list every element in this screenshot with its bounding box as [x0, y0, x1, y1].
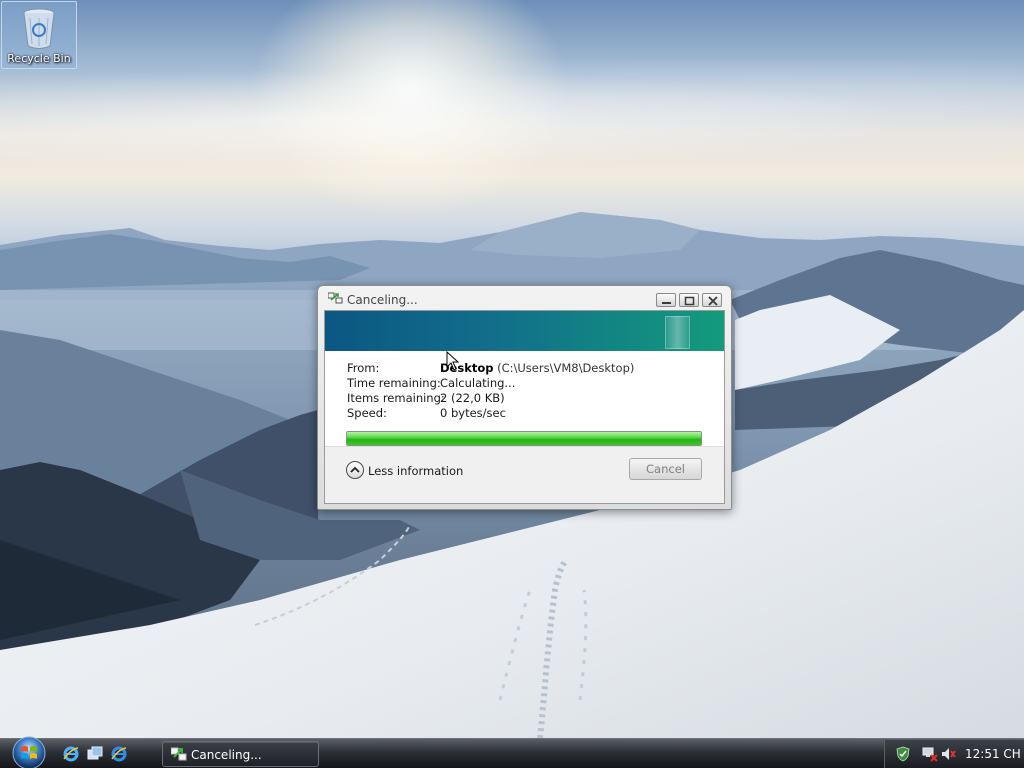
internet-explorer-icon[interactable]: [110, 745, 128, 763]
taskbar-clock[interactable]: 12:51 CH: [965, 747, 1021, 761]
minimize-icon: [662, 302, 671, 304]
close-icon: [708, 296, 718, 306]
volume-muted-icon[interactable]: [940, 746, 956, 762]
internet-explorer-icon[interactable]: [62, 745, 80, 763]
taskbar-button-canceling[interactable]: Canceling...: [162, 741, 319, 767]
speed-label: Speed:: [347, 406, 387, 420]
time-remaining-label: Time remaining:: [347, 376, 441, 390]
progress-banner: [325, 311, 724, 351]
dialog-content: From: Desktop (C:\Users\VM8\Desktop) Tim…: [324, 310, 725, 504]
chevron-up-icon: [346, 461, 364, 479]
from-value: Desktop (C:\Users\VM8\Desktop): [440, 361, 634, 375]
maximize-button[interactable]: [679, 293, 699, 307]
mouse-cursor-icon: [446, 351, 459, 371]
from-path: (C:\Users\VM8\Desktop): [497, 361, 635, 375]
progress-bar: [346, 431, 702, 446]
close-button[interactable]: [702, 293, 722, 307]
network-disconnected-icon[interactable]: [922, 746, 938, 762]
file-operation-dialog: Canceling... From: Desktop (C:\Users\VM8…: [317, 285, 732, 510]
banner-animation: [665, 316, 690, 349]
minimize-button[interactable]: [656, 293, 676, 307]
less-information-label: Less information: [368, 464, 464, 478]
items-remaining-value: 2 (22,0 KB): [440, 391, 505, 405]
items-remaining-label: Items remaining:: [347, 391, 445, 405]
taskbar-button-label: Canceling...: [191, 748, 262, 762]
maximize-icon: [684, 296, 695, 306]
from-label: From:: [347, 361, 380, 375]
taskbar: Canceling... 12:51 CH: [0, 735, 1024, 768]
start-button[interactable]: [9, 735, 49, 768]
speed-value: 0 bytes/sec: [440, 406, 506, 420]
cancel-button[interactable]: Cancel: [629, 458, 702, 480]
dialog-titlebar[interactable]: Canceling...: [318, 286, 731, 311]
system-tray: 12:51 CH: [884, 740, 1024, 768]
file-transfer-icon: [328, 292, 343, 304]
time-remaining-value: Calculating...: [440, 376, 516, 390]
windows-start-orb-icon: [12, 736, 46, 768]
desktop-icon-recycle-bin[interactable]: Recycle Bin: [1, 1, 77, 69]
progress-bar-fill: [347, 432, 701, 445]
file-transfer-icon: [171, 747, 187, 761]
dialog-title: Canceling...: [347, 293, 418, 307]
windows-security-icon[interactable]: [896, 746, 910, 762]
desktop-icon-label: Recycle Bin: [7, 52, 71, 65]
recycle-bin-icon: [23, 8, 55, 49]
switch-windows-icon[interactable]: [86, 745, 104, 763]
